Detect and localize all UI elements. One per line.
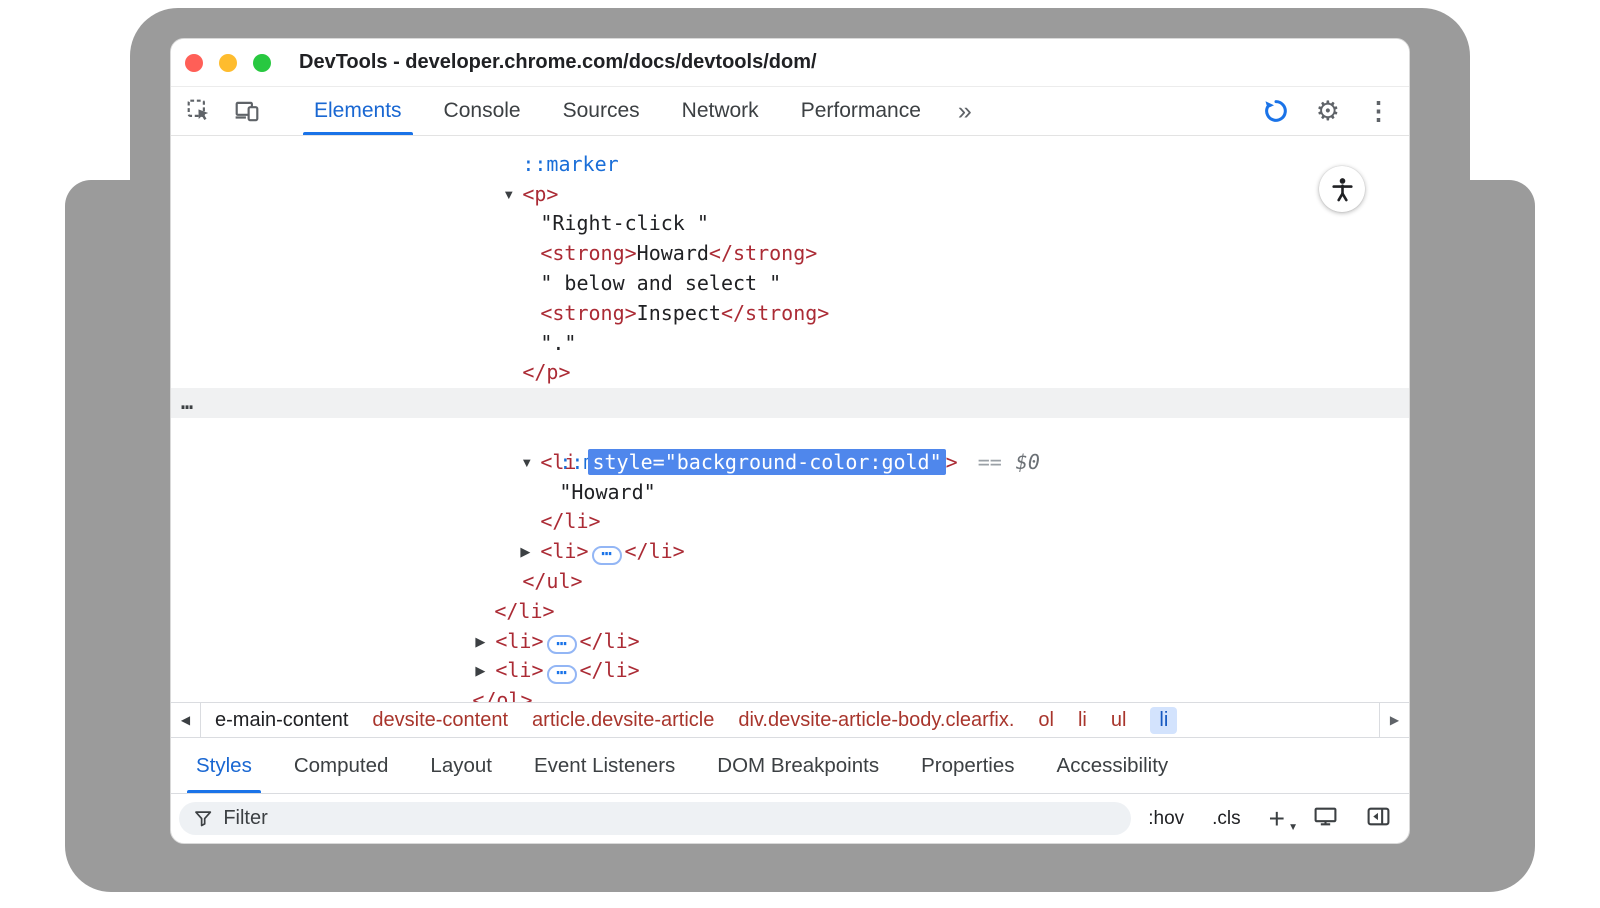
tab-computed[interactable]: Computed (273, 738, 410, 793)
collapse-arrow-icon[interactable]: ▼ (502, 180, 522, 210)
tree-row-ul-close[interactable]: </ul> (171, 537, 1409, 567)
tree-row-li-close[interactable]: </li> (171, 478, 1409, 508)
tab-network[interactable]: Network (661, 87, 780, 135)
kebab-menu-icon[interactable]: ⋮ (1366, 99, 1391, 124)
minimize-window-button[interactable] (219, 54, 237, 72)
breadcrumb-bar: ◀ e-main-content devsite-content article… (171, 702, 1409, 738)
new-style-rule-caret-icon: ▼ (1288, 823, 1298, 833)
tree-row-ol-close[interactable]: </ol> (171, 656, 1409, 686)
new-style-rule-button[interactable]: + ▼ (1269, 805, 1285, 833)
filter-field[interactable] (179, 802, 1131, 835)
tree-row-marker-clipped[interactable]: ::marker (171, 136, 1409, 150)
filter-bar-controls: :hov .cls + ▼ (1148, 804, 1391, 834)
tree-row-li-collapsed-outer[interactable]: ▶<li>⋯</li> (171, 627, 1409, 657)
tab-properties[interactable]: Properties (900, 738, 1035, 793)
tree-row-p-close[interactable]: </p> (171, 329, 1409, 359)
sidebar-pane-tabs: Styles Computed Layout Event Listeners D… (171, 738, 1409, 794)
element-classes-button[interactable]: .cls (1212, 808, 1241, 830)
devtools-toolbar: Elements Console Sources Network Perform… (171, 87, 1409, 136)
refresh-sync-icon[interactable] (1262, 97, 1290, 125)
breadcrumb-item-selected[interactable]: li (1150, 707, 1177, 734)
settings-gear-icon[interactable]: ⚙ (1316, 98, 1340, 125)
breadcrumb: e-main-content devsite-content article.d… (201, 703, 1191, 737)
row-actions-icon[interactable]: … (181, 388, 193, 418)
attribute-edit-selection[interactable]: style="background-color:gold" (588, 449, 945, 475)
breadcrumb-item[interactable]: ul (1111, 709, 1127, 732)
tab-accessibility[interactable]: Accessibility (1036, 738, 1190, 793)
stage: DevTools - developer.chrome.com/docs/dev… (0, 0, 1600, 908)
tab-layout[interactable]: Layout (409, 738, 513, 793)
expand-children-button[interactable]: ⋯ (547, 635, 577, 654)
devtools-window: DevTools - developer.chrome.com/docs/dev… (170, 38, 1410, 844)
dom-tree: ::marker ▼<p> "Right-click " <strong>How… (171, 136, 1409, 702)
tab-console[interactable]: Console (423, 87, 542, 135)
filter-input[interactable] (223, 807, 1117, 830)
tab-styles[interactable]: Styles (175, 738, 273, 793)
expand-children-button[interactable]: ⋯ (547, 665, 577, 684)
tab-sources[interactable]: Sources (542, 87, 661, 135)
expand-arrow-icon[interactable]: ▶ (475, 656, 495, 686)
breadcrumb-item[interactable]: article.devsite-article (532, 709, 714, 732)
tab-event-listeners[interactable]: Event Listeners (513, 738, 696, 793)
tree-row-li-selected[interactable]: … ▼<listyle="background-color:gold">==$0 (171, 388, 1409, 418)
tree-row-strong-inspect[interactable]: <strong>Inspect</strong> (171, 269, 1409, 299)
expand-arrow-icon[interactable]: ▶ (475, 627, 495, 657)
rendering-icon[interactable] (1313, 804, 1338, 834)
tree-row-li-collapsed-outer[interactable]: ▶<li>⋯</li> (171, 597, 1409, 627)
breadcrumb-item[interactable]: e-main-content (215, 709, 348, 732)
more-tabs-icon[interactable]: » (958, 97, 972, 126)
toolbar-right: ⚙ ⋮ (1262, 97, 1391, 125)
tree-row-marker[interactable]: ::marker (171, 418, 1409, 448)
tree-row-strong-howard[interactable]: <strong>Howard</strong> (171, 209, 1409, 239)
breadcrumb-scroll-right-button[interactable]: ▶ (1379, 703, 1409, 737)
tree-row-ul-open[interactable]: ▼<ul> (171, 358, 1409, 388)
toggle-sidebar-icon[interactable] (1366, 804, 1391, 834)
inspect-element-icon[interactable] (185, 97, 213, 125)
expand-arrow-icon[interactable]: ▶ (520, 537, 540, 567)
expand-children-button[interactable]: ⋯ (592, 546, 622, 565)
close-window-button[interactable] (185, 54, 203, 72)
accessibility-overlay-button[interactable] (1319, 166, 1365, 212)
tab-performance[interactable]: Performance (780, 87, 942, 135)
accessibility-person-icon (1329, 176, 1356, 203)
breadcrumb-item[interactable]: devsite-content (372, 709, 508, 732)
tree-row-li-collapsed-inner[interactable]: ▶<li>⋯</li> (171, 507, 1409, 537)
dollar-zero-badge: $0 (1016, 450, 1040, 474)
breadcrumb-item[interactable]: li (1078, 709, 1087, 732)
breadcrumb-item[interactable]: div.devsite-article-body.clearfix. (738, 709, 1014, 732)
toggle-element-state-button[interactable]: :hov (1148, 808, 1184, 830)
zoom-window-button[interactable] (253, 54, 271, 72)
window-title: DevTools - developer.chrome.com/docs/dev… (299, 51, 817, 74)
device-toolbar-icon[interactable] (233, 97, 261, 125)
panel-tabs: Elements Console Sources Network Perform… (293, 87, 942, 135)
tab-elements[interactable]: Elements (293, 87, 423, 135)
breadcrumb-scroll-left-button[interactable]: ◀ (171, 703, 201, 737)
styles-filter-bar: :hov .cls + ▼ (171, 794, 1409, 843)
tree-row-li-close-outer[interactable]: </li> (171, 567, 1409, 597)
collapse-arrow-icon[interactable]: ▼ (520, 448, 540, 478)
tree-row-text-rightclick[interactable]: "Right-click " (171, 180, 1409, 210)
filter-funnel-icon (193, 808, 213, 829)
tree-row-p-open[interactable]: ▼<p> (171, 150, 1409, 180)
breadcrumb-item[interactable]: ol (1038, 709, 1054, 732)
tab-dom-breakpoints[interactable]: DOM Breakpoints (696, 738, 900, 793)
title-bar: DevTools - developer.chrome.com/docs/dev… (171, 39, 1409, 87)
